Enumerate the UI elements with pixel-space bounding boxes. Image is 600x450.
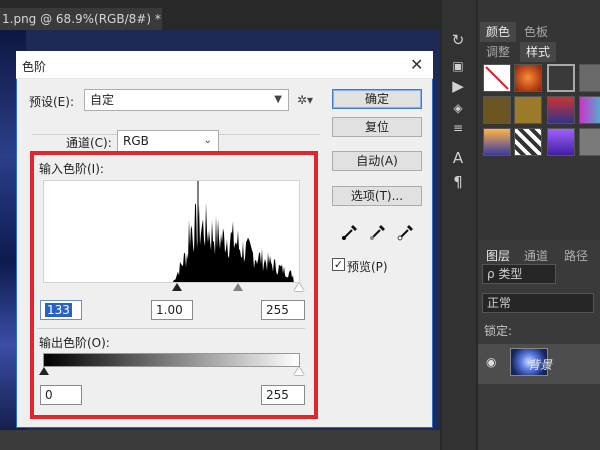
auto-button[interactable]: 自动(A) (332, 151, 422, 171)
preset-options-gear-icon[interactable]: ✲▾ (297, 93, 313, 107)
layer-name[interactable]: 背景 (528, 356, 552, 373)
preset-value: 自定 (90, 93, 115, 107)
highlight-box (30, 151, 318, 419)
channel-select[interactable]: RGB ⌄ (117, 130, 219, 152)
preset-label: 预设(E): (29, 95, 74, 109)
play-action-icon[interactable]: ▶ (448, 76, 468, 96)
style-swatch[interactable] (483, 96, 511, 124)
style-swatch[interactable] (547, 96, 575, 124)
paragraph-icon[interactable]: ¶ (448, 172, 468, 192)
document-tab[interactable]: 1.png @ 68.9%(RGB/8#) * (0, 8, 162, 30)
tab-channels[interactable]: 通道 (524, 246, 548, 266)
close-icon[interactable]: ✕ (410, 55, 423, 74)
tab-styles[interactable]: 样式 (520, 42, 557, 62)
chevron-down-icon: ⌄ (203, 135, 212, 146)
tab-layers[interactable]: 图层 (486, 246, 510, 266)
brush-preset-icon[interactable]: ▣ (448, 56, 468, 76)
reset-button[interactable]: 复位 (332, 117, 422, 137)
style-swatch[interactable] (483, 128, 511, 156)
preset-select[interactable]: 自定 ▼ (84, 89, 289, 111)
blend-mode-select[interactable]: 正常 (482, 293, 594, 313)
style-swatch[interactable] (547, 128, 575, 156)
black-eyedropper-icon[interactable] (340, 222, 360, 242)
channel-label: 通道(C): (66, 136, 112, 150)
document-tab-title: 1.png @ 68.9%(RGB/8#) * (2, 12, 161, 26)
channel-value: RGB (123, 134, 149, 148)
preview-checkbox[interactable]: ✓ (332, 258, 345, 271)
align-icon[interactable]: ≡ (448, 118, 468, 138)
dialog-title: 色阶 (22, 60, 47, 74)
lock-label: 锁定: (484, 324, 513, 338)
dialog-titlebar[interactable] (16, 51, 433, 79)
tab-swatches[interactable]: 色板 (518, 22, 554, 42)
canvas-bottom-bar (0, 430, 440, 450)
3d-icon[interactable]: ◈ (448, 98, 468, 118)
style-swatch[interactable] (579, 128, 600, 156)
gray-eyedropper-icon[interactable] (368, 222, 388, 242)
style-swatch[interactable] (514, 128, 542, 156)
character-icon[interactable]: A (448, 148, 468, 168)
options-button[interactable]: 选项(T)... (332, 186, 422, 206)
style-swatch[interactable] (514, 64, 542, 92)
preview-label: 预览(P) (347, 260, 388, 274)
tab-color[interactable]: 颜色 (480, 22, 517, 42)
history-icon[interactable]: ↻ (448, 30, 468, 50)
white-eyedropper-icon[interactable] (396, 222, 416, 242)
style-swatch[interactable] (579, 96, 600, 124)
eye-icon[interactable]: ◉ (486, 355, 496, 369)
style-swatch[interactable] (514, 96, 542, 124)
tab-adjustments[interactable]: 调整 (480, 42, 516, 62)
ok-button[interactable]: 确定 (332, 89, 422, 109)
style-swatch-none[interactable] (483, 64, 511, 92)
tab-paths[interactable]: 路径 (564, 246, 588, 266)
style-swatch[interactable] (579, 64, 600, 92)
style-swatch[interactable] (547, 64, 575, 92)
layer-kind-filter[interactable]: ρ 类型 (482, 264, 556, 284)
chevron-down-icon: ▼ (274, 94, 282, 105)
